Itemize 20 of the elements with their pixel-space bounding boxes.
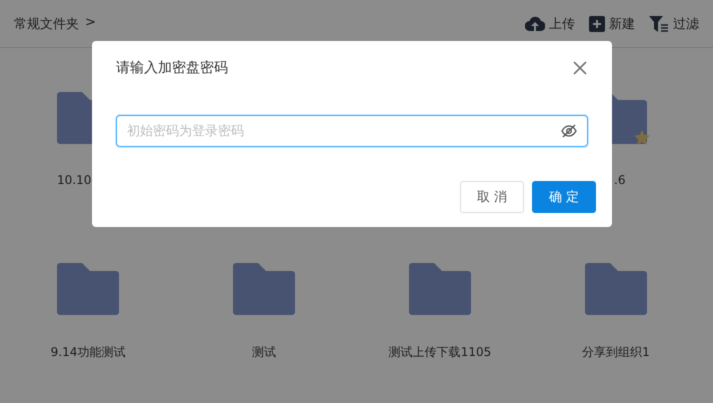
- breadcrumb[interactable]: 常规文件夹: [14, 14, 79, 32]
- dialog-title: 请输入加密盘密码: [116, 59, 228, 77]
- password-field[interactable]: 初始密码为登录密码: [116, 115, 588, 147]
- cancel-button[interactable]: 取 消: [460, 181, 524, 213]
- folder-name: 测试: [252, 344, 276, 361]
- folder-name: 10.10: [56, 173, 92, 187]
- eye-off-icon[interactable]: [561, 124, 577, 138]
- breadcrumb-separator: >: [85, 14, 96, 32]
- folder-name: 分享到组织1: [582, 344, 650, 361]
- filter-icon: [649, 16, 669, 32]
- toolbar-button[interactable]: 新建: [589, 14, 635, 32]
- toolbar-button[interactable]: 过滤: [649, 14, 699, 32]
- folder-name: .6: [613, 173, 626, 187]
- confirm-button[interactable]: 确 定: [532, 181, 596, 213]
- close-button[interactable]: [572, 60, 588, 76]
- folder-name: 测试上传下载1105: [388, 344, 492, 361]
- folder-name: 9.14功能测试: [50, 344, 126, 361]
- toolbar-button[interactable]: 上传: [525, 14, 575, 32]
- cloud-upload-icon: [525, 16, 545, 32]
- plus-square-icon: [589, 16, 605, 32]
